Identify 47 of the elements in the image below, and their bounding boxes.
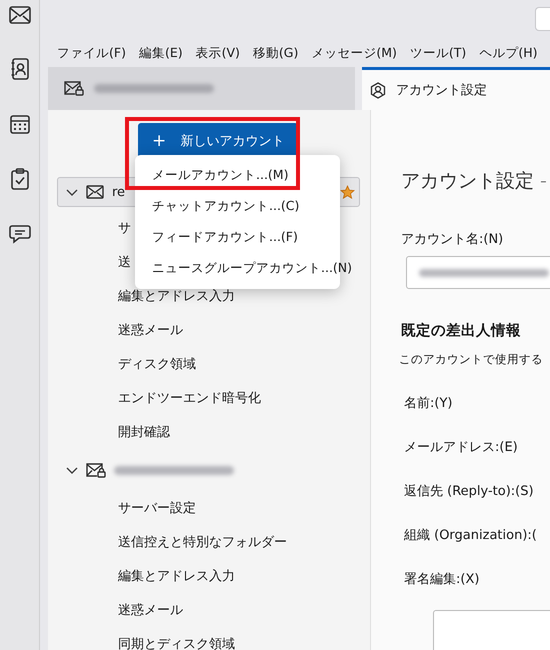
tree-item[interactable]: 送 [118,253,131,271]
chat-bubble-icon[interactable] [8,224,30,244]
section-title: 既定の差出人情報 [401,322,522,340]
menu-item[interactable]: 移動(G) [252,45,306,62]
field-label: メールアドレス:(E) [404,439,519,455]
tree-item[interactable]: 送信控えと特別なフォルダー [118,533,287,551]
search-field[interactable] [535,7,550,31]
tree-item[interactable]: 編集とアドレス入力 [118,567,235,585]
field-label: 組織 (Organization):( [404,527,538,543]
tree-item[interactable]: サーバー設定 [118,499,196,517]
tree-item[interactable]: エンドツーエンド暗号化 [118,389,261,407]
menu-item[interactable]: ツール(T) [410,45,474,62]
section-note: このアカウントで使用する [399,352,544,367]
menu-item[interactable]: メールアカウント...(M) [152,167,288,184]
tree-item[interactable]: サ [118,219,131,237]
new-account-button[interactable]: + 新しいアカウント [138,123,298,158]
chevron-down-icon[interactable] [66,465,78,475]
account-name: re [112,184,126,200]
task-clipboard-icon[interactable] [10,168,28,190]
menu-item[interactable]: メッセージ(M) [311,45,404,62]
tree-item[interactable]: 開封確認 [118,423,170,441]
tree-item[interactable]: 同期とディスク領域 [118,635,235,650]
tree-item[interactable]: 迷惑メール [118,321,183,339]
settings-tab[interactable]: アカウント設定 [362,67,550,110]
chevron-down-icon[interactable] [66,187,78,197]
tree-item[interactable]: 迷惑メール [118,601,183,619]
menu-item[interactable]: ニュースグループアカウント...(N) [152,260,352,277]
menu-item[interactable]: フィードアカウント...(F) [152,229,298,246]
menu-item[interactable]: 編集(E) [138,45,190,62]
address-book-icon[interactable] [10,58,28,80]
calendar-icon[interactable] [10,114,30,134]
tree-item[interactable]: ディスク領域 [118,355,196,373]
tree-item[interactable]: 編集とアドレス入力 [118,287,235,305]
field-label: アカウント名:(N) [401,231,504,248]
field-label: 返信先 (Reply-to):(S) [404,483,535,499]
menu-item[interactable]: チャットアカウント...(C) [152,198,300,215]
envelope-lock-icon [86,462,106,478]
envelope-icon [86,185,104,199]
field-label: 名前:(Y) [404,395,454,411]
field-label: 署名編集:(X) [404,571,480,587]
user-hexagon-icon [370,82,386,98]
menu-item[interactable]: ファイル(F) [57,45,133,62]
page-heading: アカウント設定 - [401,169,548,194]
envelope-lock-icon [64,81,84,96]
mail-icon[interactable] [8,6,30,24]
menu-item[interactable]: ヘルプ(H) [479,45,544,62]
menu-item[interactable]: 表示(V) [196,45,247,62]
